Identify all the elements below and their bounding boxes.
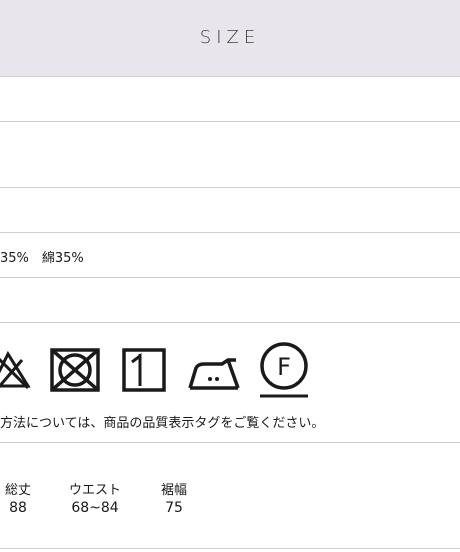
size-header-hem: 裾幅 xyxy=(160,483,187,498)
care-note: 方法については、商品の品質表示タグをご覧ください。 xyxy=(0,416,325,431)
size-header-length: 総丈 xyxy=(4,483,31,498)
row-divider xyxy=(0,548,460,549)
size-header-waist: ウエスト xyxy=(68,483,121,498)
size-value-waist: 68~84 xyxy=(71,500,119,516)
iron-low-icon xyxy=(188,358,240,390)
size-value-hem: 75 xyxy=(165,500,183,516)
material-composition: 35% 綿35% xyxy=(0,251,84,266)
row-divider xyxy=(0,277,460,278)
svg-text:F: F xyxy=(277,353,291,381)
row-divider xyxy=(0,232,460,233)
no-tumble-dry-icon xyxy=(50,348,100,392)
line-dry-icon xyxy=(122,348,166,392)
row-divider xyxy=(0,442,460,443)
row-divider xyxy=(0,322,460,323)
size-value-length: 88 xyxy=(9,500,27,516)
page-title: SIZE xyxy=(199,27,261,48)
row-divider xyxy=(0,187,460,188)
no-bleach-icon xyxy=(0,350,31,390)
size-header: SIZE xyxy=(0,0,460,77)
dry-clean-f-icon: F xyxy=(260,342,308,398)
row-divider xyxy=(0,121,460,122)
